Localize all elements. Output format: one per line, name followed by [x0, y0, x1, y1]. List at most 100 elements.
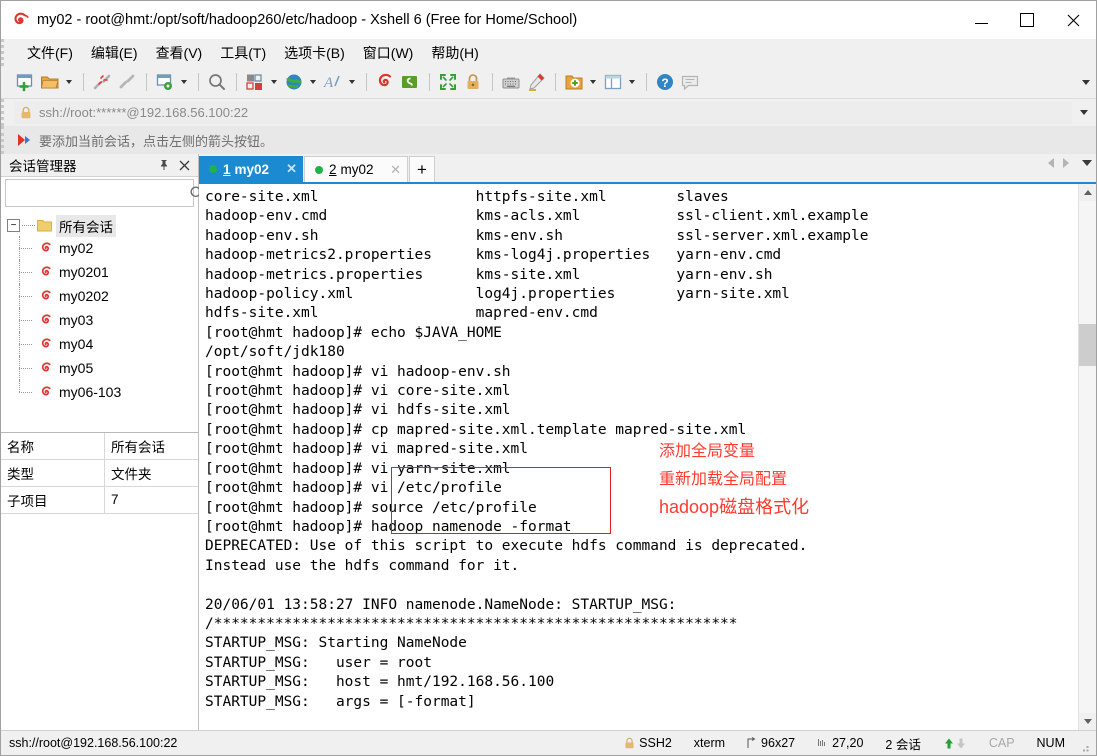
resize-grip[interactable]: [1078, 741, 1090, 753]
session-item-my05[interactable]: my05: [1, 356, 198, 380]
tab-navigation: [1048, 158, 1092, 168]
session-label: my04: [59, 336, 94, 352]
session-properties-icon[interactable]: [153, 70, 177, 94]
menu-help[interactable]: 帮助(H): [422, 41, 487, 65]
session-label: my03: [59, 312, 94, 328]
menu-window[interactable]: 窗口(W): [354, 41, 423, 65]
property-key: 子项目: [1, 486, 105, 513]
tab-my02-2[interactable]: 2 my02 ✕: [304, 156, 408, 182]
address-dropdown-arrow[interactable]: [1080, 99, 1088, 126]
font-icon[interactable]: A: [321, 70, 345, 94]
menu-view[interactable]: 查看(V): [147, 41, 212, 65]
close-panel-icon[interactable]: [176, 157, 192, 173]
menu-tabs[interactable]: 选项卡(B): [275, 41, 354, 65]
session-item-my0202[interactable]: my0202: [1, 284, 198, 308]
add-folder-icon[interactable]: [562, 70, 586, 94]
xftp-icon[interactable]: [398, 70, 422, 94]
globe-icon[interactable]: [282, 70, 306, 94]
window-controls: [958, 1, 1096, 39]
find-icon[interactable]: [205, 70, 229, 94]
fullscreen-icon[interactable]: [436, 70, 460, 94]
scroll-up-button[interactable]: [1079, 184, 1096, 201]
close-button[interactable]: [1050, 1, 1096, 39]
session-search-input[interactable]: [6, 184, 189, 202]
layout-panes-icon[interactable]: [601, 70, 625, 94]
toolbar-overflow-button[interactable]: [1082, 66, 1090, 99]
upload-arrow-icon: [944, 738, 953, 748]
minimize-button[interactable]: [958, 1, 1004, 39]
terminal-output: core-site.xml httpfs-site.xml slaves had…: [205, 189, 869, 710]
tree-root-all-sessions[interactable]: − 所有会话: [1, 214, 198, 237]
session-item-my0201[interactable]: my0201: [1, 260, 198, 284]
layout-panes-dropdown-arrow[interactable]: [626, 70, 637, 94]
tab-close-icon[interactable]: ✕: [380, 162, 401, 178]
notification-strip: 要添加当前会话，点击左侧的箭头按钮。: [1, 126, 1096, 154]
menu-tools[interactable]: 工具(T): [211, 41, 275, 65]
status-size-cell: 96x27: [736, 731, 806, 755]
help-icon[interactable]: ?: [653, 70, 677, 94]
session-item-my04[interactable]: my04: [1, 332, 198, 356]
toolbar-separator: [429, 73, 430, 91]
pin-icon[interactable]: [156, 157, 172, 173]
scrollbar-thumb[interactable]: [1079, 324, 1096, 366]
session-item-my02[interactable]: my02: [1, 236, 198, 260]
open-folder-icon[interactable]: [38, 70, 62, 94]
disconnect-icon[interactable]: [90, 70, 114, 94]
session-item-my03[interactable]: my03: [1, 308, 198, 332]
tab-prev-icon[interactable]: [1048, 158, 1054, 168]
address-bar: ssh://root:******@192.168.56.100:22: [1, 99, 1096, 126]
tab-my02-1[interactable]: 1 my02 ✕: [199, 156, 303, 182]
tree-root-label: 所有会话: [56, 214, 116, 237]
address-value: ssh://root:******@192.168.56.100:22: [39, 105, 249, 120]
toolbar-separator: [555, 73, 556, 91]
status-transfer-arrows: [932, 731, 978, 755]
session-properties-dropdown-arrow[interactable]: [178, 70, 189, 94]
toolbar: A ?: [1, 66, 1096, 99]
session-label: my02: [59, 240, 94, 256]
scroll-down-button[interactable]: [1079, 713, 1096, 730]
open-folder-dropdown-arrow[interactable]: [63, 70, 74, 94]
annotation-reload-global-config: 重新加载全局配置: [659, 471, 788, 488]
xshell-icon[interactable]: [373, 70, 397, 94]
red-arrow-flag-icon: [16, 132, 32, 148]
file-transfer-icon[interactable]: [243, 70, 267, 94]
session-tree: − 所有会话 my02 my0201 my0202 my03 my04 my05…: [1, 207, 198, 432]
lock-icon[interactable]: [461, 70, 485, 94]
file-transfer-dropdown-arrow[interactable]: [268, 70, 279, 94]
terminal-scrollbar[interactable]: [1078, 184, 1096, 730]
tab-next-icon[interactable]: [1063, 158, 1069, 168]
tab-list-dropdown-icon[interactable]: [1082, 160, 1092, 166]
comment-icon[interactable]: [678, 70, 702, 94]
property-value: 文件夹: [111, 466, 152, 482]
globe-dropdown-arrow[interactable]: [307, 70, 318, 94]
highlight-pen-icon[interactable]: [524, 70, 548, 94]
session-manager-panel: 会话管理器 − 所有会话 my02 my0201 my0202 my03 my0…: [1, 154, 204, 730]
menu-file[interactable]: 文件(F): [18, 41, 82, 65]
session-item-my06-103[interactable]: my06-103: [1, 380, 198, 404]
add-folder-dropdown-arrow[interactable]: [587, 70, 598, 94]
new-session-icon[interactable]: [13, 70, 37, 94]
address-input[interactable]: ssh://root:******@192.168.56.100:22: [14, 101, 1072, 124]
session-label: my06-103: [59, 384, 122, 400]
scrollbar-track[interactable]: [1079, 201, 1096, 713]
tree-collapse-toggle[interactable]: −: [7, 219, 20, 232]
status-session-count: 2 会话: [885, 737, 921, 752]
main-pane: 1 my02 ✕ 2 my02 ✕ + core-site.xml httpfs…: [199, 154, 1096, 730]
resize-icon: [747, 737, 756, 748]
font-dropdown-arrow[interactable]: [346, 70, 357, 94]
status-connection-url: ssh://root@192.168.56.100:22: [9, 736, 178, 750]
maximize-button[interactable]: [1004, 1, 1050, 39]
keyboard-icon[interactable]: [499, 70, 523, 94]
new-tab-button[interactable]: +: [409, 156, 435, 182]
status-protocol-cell: SSH2: [613, 731, 683, 755]
session-label: my0202: [59, 288, 109, 304]
reconnect-icon[interactable]: [115, 70, 139, 94]
session-icon: [38, 385, 53, 400]
session-search-box[interactable]: [5, 179, 204, 207]
tab-close-icon[interactable]: ✕: [276, 161, 297, 177]
session-properties-table: 名称 所有会话 类型 文件夹 子项目 7: [1, 431, 198, 514]
terminal-view[interactable]: core-site.xml httpfs-site.xml slaves had…: [199, 184, 1078, 730]
folder-icon: [37, 219, 52, 233]
menu-edit[interactable]: 编辑(E): [82, 41, 147, 65]
status-cursor-cell: 27,20: [806, 731, 874, 755]
